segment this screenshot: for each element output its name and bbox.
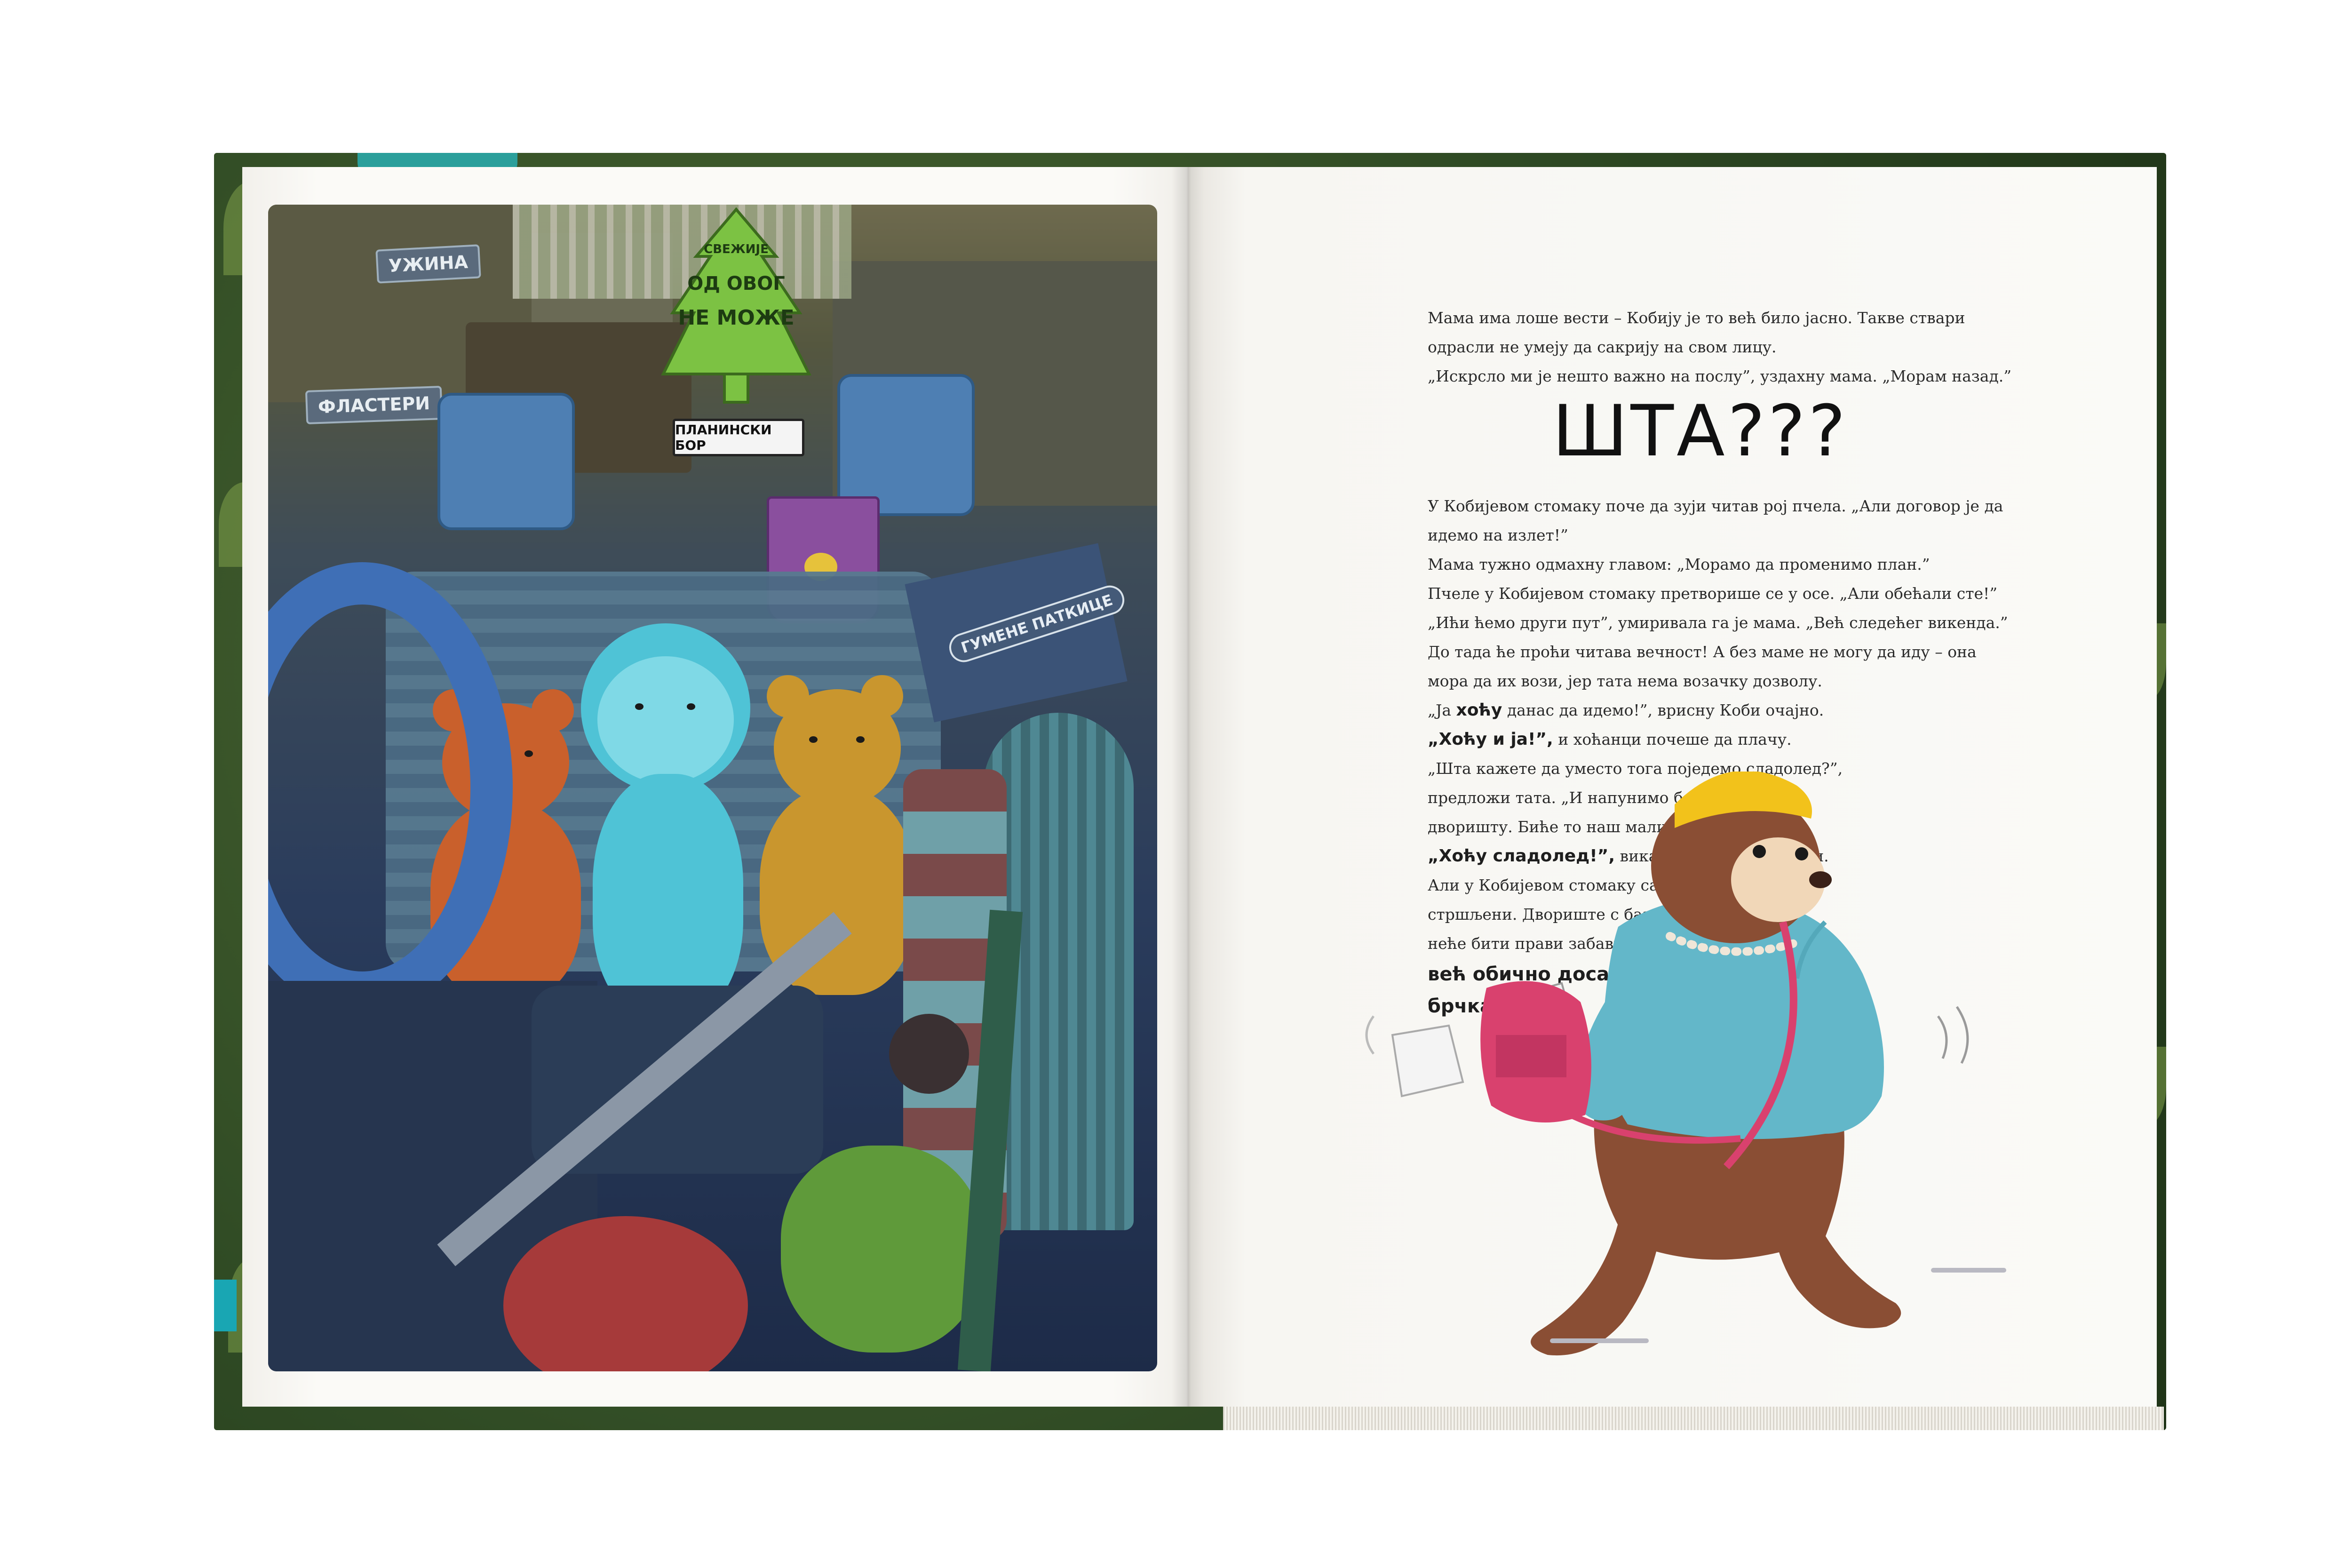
bear-head <box>597 656 734 783</box>
air-freshener-text-2: ОД ОВОГ <box>687 273 785 294</box>
bear-eye <box>635 703 644 710</box>
story-text: и хоћанци почеше да плачу. <box>1553 730 1792 748</box>
book-gutter <box>1171 167 1204 1407</box>
story-line: „Хоћу и ја!”, и хоћанци почеше да плачу. <box>1428 725 2039 754</box>
story-line: „Ићи ћемо други пут”, умиривала га је ма… <box>1428 613 2008 632</box>
air-freshener-text-3: НЕ МОЖЕ <box>678 306 795 330</box>
headrest-right <box>837 374 975 516</box>
story-line: Мама тужно одмахну главом: „Морамо да пр… <box>1428 555 1930 573</box>
intro-paragraph: Мама има лоше вести – Кобију је то већ б… <box>1428 303 2039 391</box>
emphasis-text: хоћу <box>1456 700 1502 720</box>
bear-eye <box>524 750 533 757</box>
air-freshener-brand: ПЛАНИНСКИ БОР <box>673 419 804 456</box>
bear-eye <box>856 736 865 743</box>
page-edges <box>1223 1407 2164 1430</box>
story-line: идемо на излет!” <box>1428 526 1568 544</box>
bear-body <box>593 774 743 1019</box>
green-toy <box>781 1146 983 1353</box>
emphasis-text: „Хоћу и ја!”, <box>1428 730 1553 749</box>
mama-bear-drawing <box>1365 771 2006 1356</box>
bandages-box-label: ФЛАСТЕРИ <box>305 385 443 425</box>
bear-eye <box>687 703 695 710</box>
air-freshener-text-1: СВЕЖИЈЕ <box>704 242 769 256</box>
story-text: „Ја <box>1428 701 1456 719</box>
story-text: данас да идемо!”, врисну Коби очајно. <box>1502 701 1824 719</box>
intro-line: „Искрсло ми је нешто важно на послу”, уз… <box>1428 367 2012 385</box>
story-line: мора да их вози, јер тата нема возачку д… <box>1428 672 1822 690</box>
mama-bear-illustration <box>1355 771 2060 1364</box>
story-line: У Кобијевом стомаку поче да зуји читав р… <box>1428 497 2003 515</box>
cover-teal-strip <box>214 1280 237 1331</box>
shout-heading: ШТА??? <box>1552 390 1849 472</box>
story-line: До тада ће проћи читава вечност! А без м… <box>1428 643 1977 661</box>
intro-line: Мама има лоше вести – Кобију је то већ б… <box>1428 309 1965 327</box>
car-trunk-illustration: УЖИНА ФЛАСТЕРИ СВЕЖИЈЕ ОД ОВОГ НЕ МОЖЕ П… <box>268 205 1157 1371</box>
story-line: Пчеле у Кобијевом стомаку претворише се … <box>1428 584 1998 603</box>
monkey-toy <box>889 1014 969 1094</box>
story-line: „Ја хоћу данас да идемо!”, врисну Коби о… <box>1428 696 2039 725</box>
snack-box-label: УЖИНА <box>375 244 481 284</box>
air-freshener: СВЕЖИЈЕ ОД ОВОГ НЕ МОЖЕ ПЛАНИНСКИ БОР <box>659 205 814 456</box>
headrest-left <box>437 393 575 530</box>
intro-line: одрасли не умеју да сакрију на свом лицу… <box>1428 338 1777 356</box>
bear-eye <box>809 736 818 743</box>
